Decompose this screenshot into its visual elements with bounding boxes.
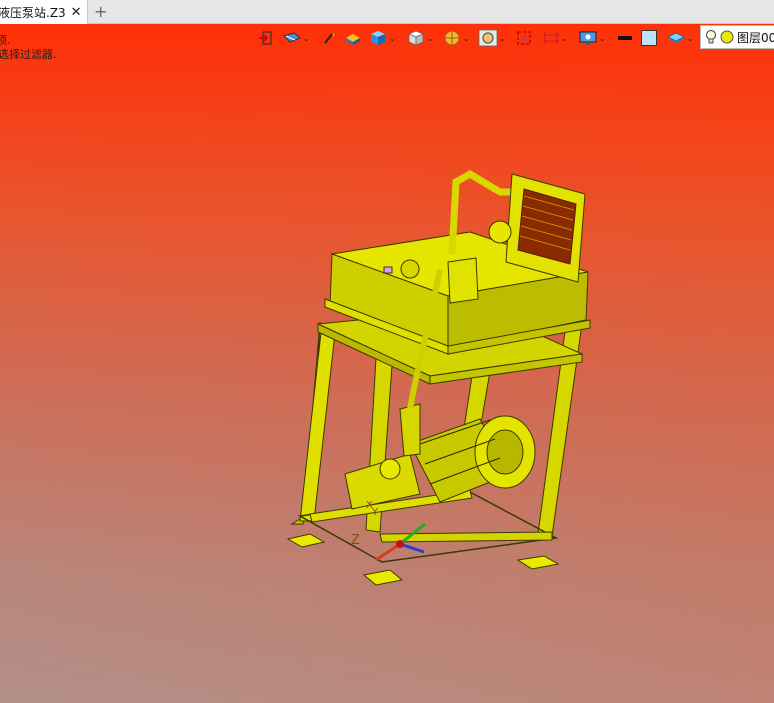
close-tab-icon[interactable]: ✕: [71, 5, 82, 20]
model-geometry: [286, 169, 591, 586]
new-tab-icon[interactable]: +: [94, 2, 107, 21]
3d-viewport[interactable]: 须. 选择过滤器. ⌄ ⌄ ⌄ ⌄ ⌄ ⌄ ⌄ ⌄ 图层00 Z X Y: [0, 24, 774, 703]
hydraulic-pump-station-model[interactable]: Z X Y: [0, 24, 774, 703]
triad-label-z: Z: [351, 533, 360, 548]
document-tab-title: 液压泵站.Z3: [0, 5, 66, 20]
document-tab[interactable]: 液压泵站.Z3 ✕: [0, 0, 88, 24]
triad-label-y: Y: [371, 507, 379, 518]
document-tab-bar: 液压泵站.Z3 ✕ +: [0, 0, 774, 24]
